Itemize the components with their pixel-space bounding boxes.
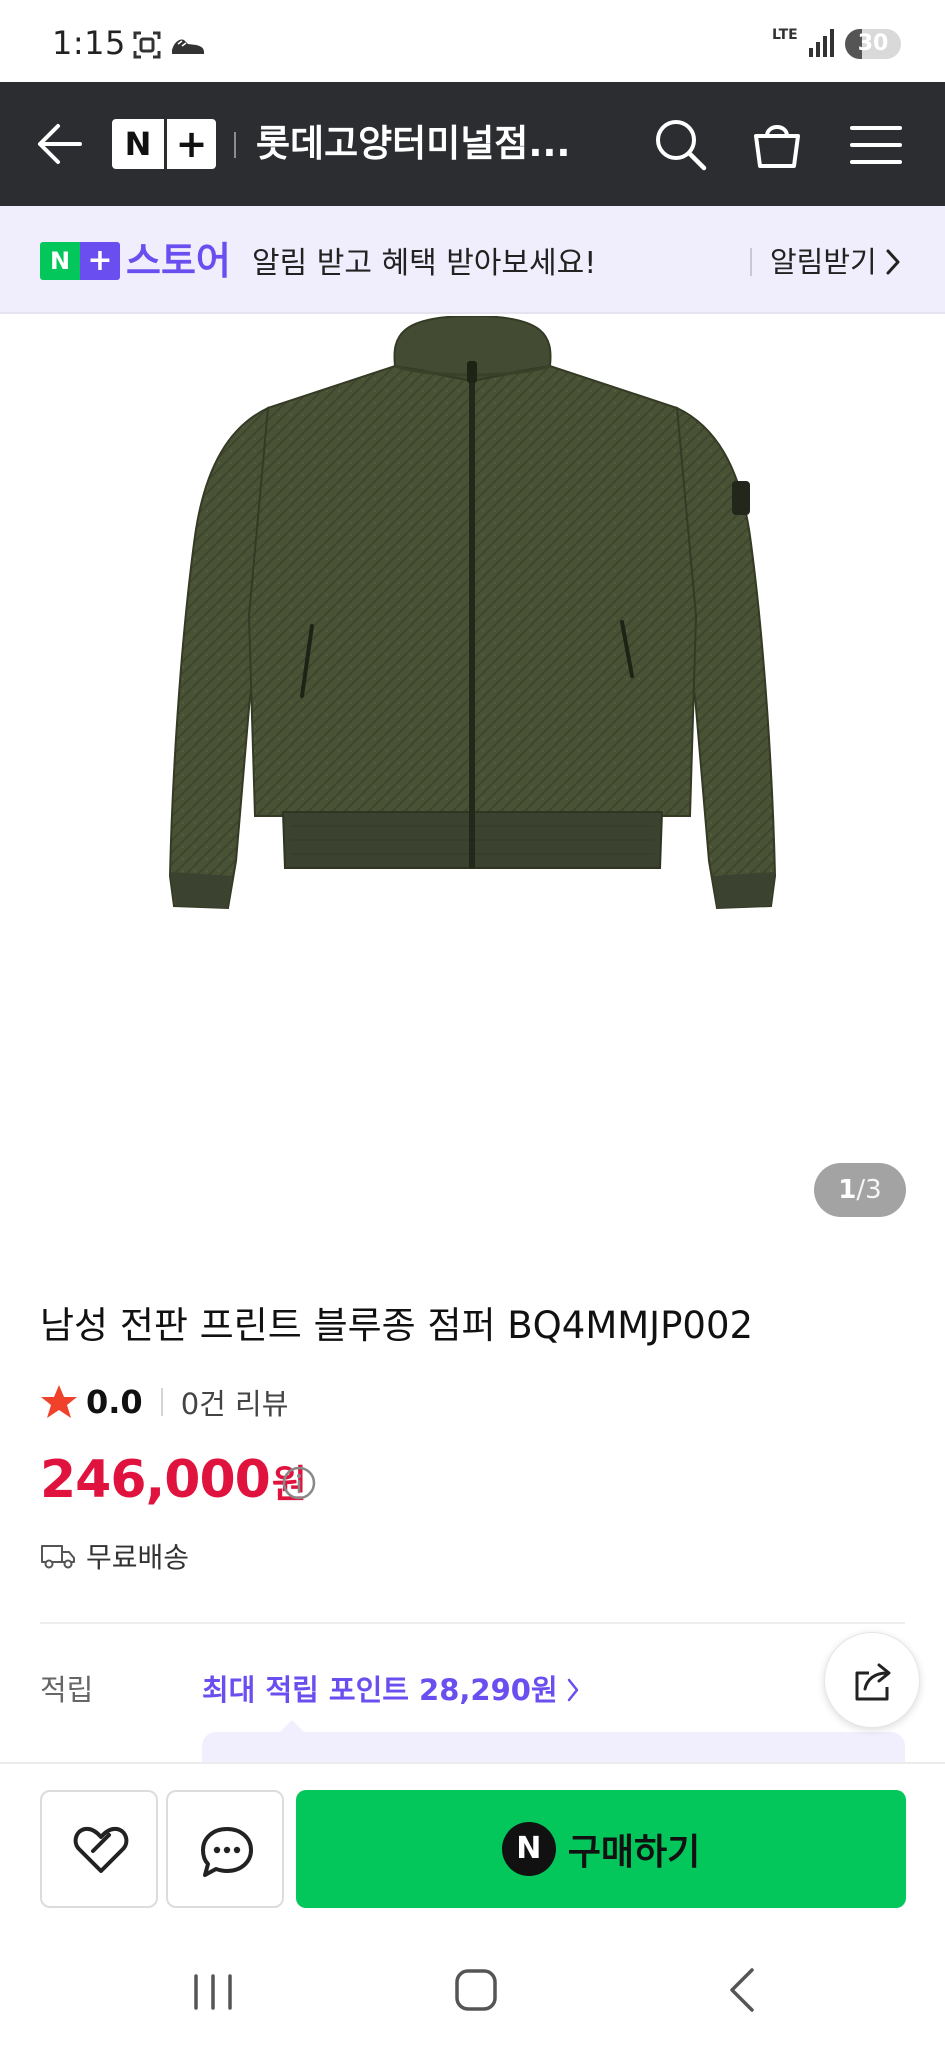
chevron-right-icon	[567, 1678, 578, 1702]
nplus-store-badge: N +	[40, 242, 120, 280]
home-icon[interactable]	[454, 1968, 498, 2012]
points-label: 적립	[40, 1673, 94, 1707]
chevron-right-icon	[886, 249, 900, 275]
nplus-logo[interactable]: N +	[112, 119, 216, 169]
search-icon[interactable]	[652, 116, 708, 172]
review-count-link[interactable]: 0건 리뷰	[181, 1381, 289, 1423]
network-type: LTE	[772, 27, 798, 43]
signal-icon	[809, 29, 834, 57]
top-nav: N + 롯데고양터미널점...	[0, 82, 945, 206]
shipping-row: 무료배송	[40, 1536, 189, 1576]
price-row: 246,000 원	[40, 1450, 307, 1514]
max-points-link[interactable]: 최대 적립 포인트 28,290원	[202, 1670, 580, 1710]
recent-apps-icon[interactable]	[190, 1972, 236, 2012]
jacket-product-image	[168, 314, 777, 910]
points-tooltip-arrow	[280, 1720, 304, 1732]
max-points-text: 최대 적립 포인트 28,290원	[202, 1673, 558, 1707]
banner-message: 알림 받고 혜택 받아보세요!	[252, 246, 597, 281]
logo-plus-text: +	[175, 122, 208, 166]
talktalk-button[interactable]	[166, 1790, 284, 1908]
truck-icon	[41, 1545, 75, 1569]
buy-now-button[interactable]: N 구매하기	[296, 1790, 906, 1908]
rating-separator	[160, 1388, 163, 1416]
image-counter: 1/3	[814, 1163, 906, 1217]
alert-subscribe-button[interactable]: 알림받기	[770, 242, 901, 282]
product-image-gallery[interactable]	[0, 314, 945, 1246]
info-icon[interactable]	[282, 1466, 316, 1500]
hamburger-menu-icon[interactable]	[848, 120, 904, 170]
image-separator: /	[856, 1175, 866, 1205]
image-total: 3	[865, 1175, 882, 1205]
badge-plus: +	[80, 242, 120, 280]
image-current: 1	[838, 1175, 857, 1205]
banner-separator	[750, 248, 752, 276]
sneaker-icon	[172, 39, 204, 54]
share-icon	[855, 1663, 891, 1701]
rating-value: 0.0	[86, 1383, 143, 1421]
buy-now-label: 구매하기	[567, 1832, 701, 1873]
share-button[interactable]	[824, 1632, 920, 1728]
status-time: 1:15	[52, 24, 126, 62]
store-name: 스토어	[126, 239, 231, 283]
screenshot-icon	[133, 31, 161, 59]
rating-row: 0.0 0건 리뷰	[40, 1382, 288, 1422]
star-icon	[41, 1385, 77, 1418]
naverpay-n-icon: N	[501, 1822, 556, 1876]
shopping-bag-icon[interactable]	[748, 114, 806, 172]
nav-separator	[234, 132, 236, 158]
store-notification-banner: N + 스토어 알림 받고 혜택 받아보세요! 알림받기	[0, 206, 945, 314]
heart-icon	[73, 1826, 129, 1873]
info-divider	[40, 1622, 905, 1624]
battery-indicator: 30	[845, 29, 901, 59]
logo-n-text: N	[124, 125, 152, 163]
bottom-action-bar: N 구매하기	[0, 1762, 945, 1908]
system-back-icon[interactable]	[722, 1966, 762, 2014]
store-title[interactable]: 롯데고양터미널점...	[256, 119, 596, 169]
system-navigation-bar	[0, 1920, 945, 2048]
badge-n: N	[40, 242, 80, 280]
chat-bubble-icon	[201, 1827, 253, 1877]
battery-level: 30	[857, 31, 889, 56]
back-arrow-icon[interactable]	[34, 120, 84, 168]
alert-subscribe-label: 알림받기	[770, 245, 877, 279]
price-amount: 246,000	[40, 1450, 271, 1510]
status-bar: 1:15 LTE 30	[0, 0, 945, 82]
product-title: 남성 전판 프린트 블루종 점퍼 BQ4MMJP002	[40, 1304, 754, 1347]
shipping-text: 무료배송	[86, 1541, 190, 1574]
wishlist-button[interactable]	[40, 1790, 158, 1908]
